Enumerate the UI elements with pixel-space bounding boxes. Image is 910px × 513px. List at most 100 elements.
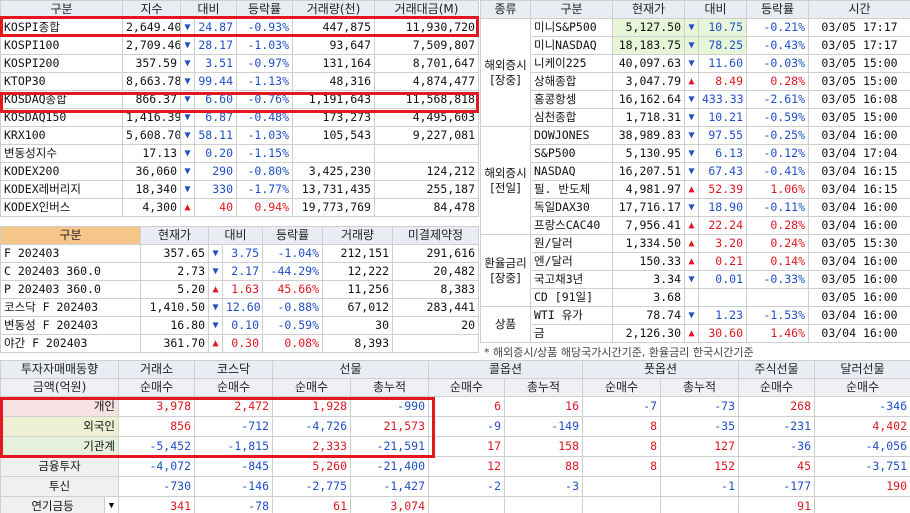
down-arrow-icon: ▼ <box>180 108 195 127</box>
investor-value: 268 <box>738 396 815 417</box>
index-row[interactable]: KODEX인버스 4,300 ▲ 40 0.94% 19,773,769 84,478 <box>0 198 479 217</box>
index-row[interactable]: KOSPI종합 2,649.40 ▼ 24.87 -0.93% 447,875 11,930… <box>0 18 479 37</box>
investor-row[interactable]: 투신 -730 -146 -2,775 -1,427 -2 -3 -1 -177 190 <box>0 476 910 497</box>
up-arrow-icon: ▲ <box>684 180 699 199</box>
global-row[interactable]: CD [91일] 3.68 03/05 16:00 <box>481 288 910 307</box>
index-rate: -1.15% <box>236 144 293 163</box>
investor-name: 외국인 <box>0 416 119 437</box>
global-row[interactable]: 환율금리[장중] 원/달러 1,334.50 ▲ 3.20 0.24% 03/05 15:3… <box>480 234 910 307</box>
index-name: KOSPI100 <box>0 36 123 55</box>
global-rate: 0.14% <box>746 252 809 271</box>
investor-row[interactable]: 외국인 856 -712 -4,726 21,573 -9 -149 8 -35 -231 4,40… <box>0 416 910 437</box>
futures-rate: -0.88% <box>262 298 323 317</box>
up-arrow-icon: ▲ <box>180 198 195 217</box>
futures-oi: 283,441 <box>392 298 479 317</box>
global-price: 18,183.75 <box>612 36 685 55</box>
global-rate: 1.06% <box>746 180 809 199</box>
index-value: 5,608.70 <box>122 126 181 145</box>
investor-value: -21,591 <box>350 436 429 457</box>
futures-row[interactable]: 코스닥 F 202403 1,410.50 ▼ 12.60 -0.88% 67,012 28… <box>0 298 479 317</box>
investor-value: -4,072 <box>118 456 195 477</box>
global-row[interactable]: 상해종합 3,047.79 ▲ 8.49 0.28% 03/05 15:00 <box>481 72 910 91</box>
investor-value: -4,726 <box>272 416 351 437</box>
global-row[interactable]: 독일DAX30 17,716.17 ▼ 18.90 -0.11% 03/04 16:00 <box>481 198 910 217</box>
investor-value: 12 <box>428 456 505 477</box>
investor-row[interactable]: 기관계 -5,452 -1,815 2,333 -21,591 17 158 8 127 -36-… <box>0 436 910 457</box>
global-time: 03/05 16:08 <box>808 90 910 109</box>
global-row[interactable]: 금 2,126.30 ▲ 30.60 1.46% 03/04 16:00 <box>481 324 910 343</box>
global-time: 03/04 16:00 <box>808 306 910 325</box>
global-row[interactable]: 필. 반도체 4,981.97 ▲ 52.39 1.06% 03/04 16:15 <box>481 180 910 199</box>
global-name: 미니NASDAQ <box>530 36 613 55</box>
investor-value: 17 <box>428 436 505 457</box>
global-row[interactable]: 상품 WTI 유가 78.74 ▼ 1.23 -1.53% 03/04 16:00 <box>480 306 910 343</box>
down-arrow-icon: ▼ <box>180 126 195 145</box>
global-row[interactable]: 프랑스CAC40 7,956.41 ▲ 22.24 0.28% 03/04 16:00 <box>481 216 910 235</box>
global-row[interactable]: 국고채3년 3.34 ▼ 0.01 -0.33% 03/05 16:00 <box>481 270 910 289</box>
index-row[interactable]: KOSPI200 357.59 ▼ 3.51 -0.97% 131,164 8,701,64… <box>0 54 479 73</box>
global-change: 8.49 <box>698 72 747 91</box>
sub-header: 총누적 <box>504 378 583 397</box>
col-rate: 등락률 <box>262 226 323 245</box>
index-row[interactable]: KOSDAQ150 1,416.39 ▼ 6.87 -0.48% 173,273 4,495… <box>0 108 479 127</box>
global-name: 미니S&P500 <box>530 18 613 37</box>
down-arrow-icon: ▼ <box>180 54 195 73</box>
global-row[interactable]: S&P500 5,130.95 ▼ 6.13 -0.12% 03/04 17:04 <box>481 144 910 163</box>
investor-row[interactable]: 연기금등 ▼ 341 -78 61 3,074 91 <box>0 496 910 513</box>
global-row[interactable]: 니케이225 40,097.63 ▼ 11.60 -0.03% 03/05 15:00 <box>481 54 910 73</box>
global-time: 03/04 16:00 <box>808 126 910 145</box>
global-row[interactable]: 미니NASDAQ 18,183.75 ▼ 78.25 -0.43% 03/05 17:17 <box>481 36 910 55</box>
investor-value: 5,260 <box>272 456 351 477</box>
down-arrow-icon: ▼ <box>208 244 223 263</box>
global-change: 30.60 <box>698 324 747 343</box>
index-row[interactable]: 변동성지수 17.13 ▼ 0.20 -1.15% <box>0 144 479 163</box>
group-put: 풋옵션 <box>582 360 739 379</box>
down-arrow-icon: ▼ <box>684 126 699 145</box>
col-change: 대비 <box>180 0 237 19</box>
index-value: 1,416.39 <box>122 108 181 127</box>
futures-row[interactable]: 야간 F 202403 361.70 ▲ 0.30 0.08% 8,393 <box>0 334 479 353</box>
index-row[interactable]: KRX100 5,608.70 ▼ 58.11 -1.03% 105,543 9,227,0… <box>0 126 479 145</box>
global-row[interactable]: NASDAQ 16,207.51 ▼ 67.43 -0.41% 03/04 16:15 <box>481 162 910 181</box>
investor-row[interactable]: 금융투자 -4,072 -845 5,260 -21,400 12 88 8 152 45 -3,7… <box>0 456 910 477</box>
futures-row[interactable]: F 202403 357.65 ▼ 3.75 -1.04% 212,151 291,616 <box>0 244 479 263</box>
index-row[interactable]: KOSDAQ종합 866.37 ▼ 6.60 -0.76% 1,191,643 11,568… <box>0 90 479 109</box>
futures-rate: -1.04% <box>262 244 323 263</box>
global-row[interactable]: 홍콩항셍 16,162.64 ▼ 433.33 -2.61% 03/05 16:08 <box>481 90 910 109</box>
global-row[interactable]: 엔/달러 150.33 ▲ 0.21 0.14% 03/04 16:00 <box>481 252 910 271</box>
investor-value: -990 <box>350 396 429 417</box>
investor-row[interactable]: 개인 3,978 2,472 1,928 -990 6 16 -7 -73 268 -346 <box>0 396 910 417</box>
global-row[interactable]: 해외증시[장중] 미니S&P500 5,127.50 ▼ 10.75 -0.21% 03/0… <box>480 18 910 127</box>
futures-volume: 212,151 <box>322 244 393 263</box>
index-amount: 11,930,720 <box>374 18 479 37</box>
investor-header-row: 투자자매매동향 거래소 코스닥 선물 콜옵션 풋옵션 주식선물 달러선물 <box>0 360 910 379</box>
down-arrow-icon: ▼ <box>180 180 195 199</box>
global-row[interactable]: 해외증시[전일] DOWJONES 38,989.83 ▼ 97.55 -0.25% 03/… <box>480 126 910 235</box>
down-arrow-icon: ▼ <box>684 270 699 289</box>
futures-oi: 291,616 <box>392 244 479 263</box>
futures-row[interactable]: 변동성 F 202403 16.80 ▼ 0.10 -0.59% 30 20 <box>0 316 479 335</box>
global-change: 78.25 <box>698 36 747 55</box>
index-volume: 447,875 <box>292 18 375 37</box>
futures-table: 구분 현재가 대비 등락률 거래량 미결제약정 F 202403 357.65 ▼ 3… <box>0 226 479 353</box>
investor-value: -73 <box>660 396 739 417</box>
futures-row[interactable]: P 202403 360.0 5.20 ▲ 1.63 45.66% 11,256 8,383 <box>0 280 479 299</box>
investor-value: -730 <box>118 476 195 497</box>
col-price: 현재가 <box>140 226 209 245</box>
futures-oi: 20,482 <box>392 262 479 281</box>
futures-row[interactable]: C 202403 360.0 2.73 ▼ 2.17 -44.29% 12,222 20,4… <box>0 262 479 281</box>
investor-value: -36 <box>738 436 815 457</box>
up-arrow-icon: ▲ <box>208 280 223 299</box>
index-row[interactable]: KODEX레버리지 18,340 ▼ 330 -1.77% 13,731,435 255,1… <box>0 180 479 199</box>
global-time: 03/04 16:00 <box>808 216 910 235</box>
futures-change: 3.75 <box>222 244 263 263</box>
index-rate: -0.97% <box>236 54 293 73</box>
index-row[interactable]: KTOP30 8,663.78 ▼ 99.44 -1.13% 48,316 4,874,47… <box>0 72 479 91</box>
index-row[interactable]: KOSPI100 2,709.46 ▼ 28.17 -1.03% 93,647 7,509,… <box>0 36 479 55</box>
investor-name: 개인 <box>0 396 119 417</box>
index-rate: -0.48% <box>236 108 293 127</box>
global-row[interactable]: 심천종합 1,718.31 ▼ 10.21 -0.59% 03/05 15:00 <box>481 108 910 127</box>
index-row[interactable]: KODEX200 36,060 ▼ 290 -0.80% 3,425,230 124,212 <box>0 162 479 181</box>
dropdown-arrow-icon[interactable]: ▼ <box>104 496 119 513</box>
futures-change: 0.30 <box>222 334 263 353</box>
